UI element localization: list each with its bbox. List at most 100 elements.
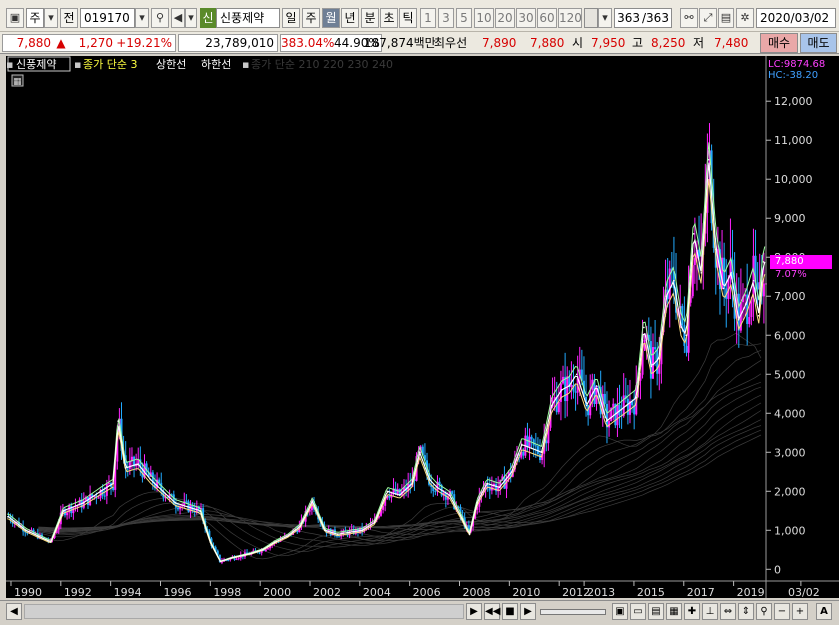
quote-bar: 7,880 ▲ 1,270 +19.21% 23,789,010 383.04%… <box>0 32 839 54</box>
series-point <box>650 365 653 368</box>
x-tick-label: 1990 <box>14 586 42 598</box>
pan-icon[interactable]: ⇕ <box>738 603 754 620</box>
series-point <box>162 490 164 493</box>
interval-3[interactable]: 3 <box>438 8 454 28</box>
candle-up <box>237 558 240 560</box>
price-chart[interactable]: 12,00011,00010,0009,0008,0007,0006,0005,… <box>6 56 839 599</box>
candle-down <box>574 391 577 393</box>
current-price: 7,880 <box>2 34 54 52</box>
scroll-left-arrow-icon[interactable]: ◀ <box>6 603 22 620</box>
series-point <box>50 541 52 543</box>
market-dropdown-icon[interactable]: ▾ <box>44 8 58 28</box>
interval-input[interactable] <box>584 8 598 28</box>
series-point <box>7 515 10 518</box>
screen-menu-icon[interactable]: ▣ <box>6 8 24 28</box>
speaker-dropdown-icon[interactable]: ▾ <box>185 8 197 28</box>
sell-button[interactable]: 매도 <box>800 33 837 53</box>
search-icon[interactable]: ⚲ <box>151 8 169 28</box>
save-icon[interactable]: ▤ <box>718 8 734 28</box>
data-count-input[interactable]: 363 <box>614 8 642 28</box>
interval-30[interactable]: 30 <box>516 8 536 28</box>
interval-5[interactable]: 5 <box>456 8 472 28</box>
period-year[interactable]: 년 <box>341 8 359 28</box>
a-button[interactable]: A <box>816 603 832 620</box>
rewind-icon[interactable]: ◀◀ <box>484 603 500 620</box>
y-tick-label: 7,000 <box>774 290 806 303</box>
series-point <box>99 490 102 493</box>
zoom-out-button[interactable]: − <box>774 603 790 620</box>
play-icon[interactable]: ▶ <box>520 603 536 620</box>
series-point <box>692 233 695 235</box>
series-point <box>745 303 747 305</box>
price-change: 1,270 <box>68 34 116 52</box>
series-point <box>174 502 177 504</box>
period-day[interactable]: 일 <box>282 8 300 28</box>
candle-up <box>557 401 560 413</box>
series-point <box>62 509 65 512</box>
pin-icon[interactable]: ⊥ <box>702 603 718 620</box>
period-second[interactable]: 초 <box>380 8 398 28</box>
series-point <box>605 420 608 422</box>
stock-code-input[interactable]: 019170 <box>80 8 135 28</box>
period-minute[interactable]: 분 <box>361 8 379 28</box>
market-select[interactable]: 주 <box>26 8 44 28</box>
series-point <box>149 478 152 481</box>
stock-name[interactable]: 신풍제약 <box>216 8 280 28</box>
gear-icon[interactable]: ✲ <box>736 8 754 28</box>
legend-square-icon: ▪ <box>6 58 13 71</box>
interval-20[interactable]: 20 <box>495 8 515 28</box>
crosshair-icon[interactable]: ✚ <box>684 603 700 620</box>
series-point <box>568 385 570 387</box>
date-field[interactable]: 2020/03/02 <box>756 8 836 28</box>
x-tick-label: 2013 <box>587 586 615 598</box>
interval-10[interactable]: 10 <box>474 8 494 28</box>
series-point <box>82 502 85 504</box>
series-point <box>707 158 710 161</box>
interval-1[interactable]: 1 <box>420 8 436 28</box>
prev-button[interactable]: 전 <box>60 8 78 28</box>
trade-amount: 187,874백만 <box>364 36 436 50</box>
scroll-track[interactable] <box>24 604 464 619</box>
best-buy-price: 7,880 <box>530 36 565 50</box>
speaker-icon[interactable]: ◀ <box>171 8 185 28</box>
link-icon[interactable]: ⚯ <box>680 8 698 28</box>
period-week[interactable]: 주 <box>302 8 320 28</box>
tile-icon[interactable]: ▤ <box>648 603 664 620</box>
y-tick-label: 11,000 <box>774 134 813 147</box>
series-point <box>386 490 389 493</box>
zoom-search-icon[interactable]: ⚲ <box>756 603 772 620</box>
period-tick[interactable]: 틱 <box>399 8 417 28</box>
legend-ma3: 종가 단순 3 <box>83 58 137 71</box>
series-point <box>311 500 314 502</box>
interval-60[interactable]: 60 <box>537 8 557 28</box>
layout-icon[interactable]: ▣ <box>612 603 628 620</box>
stop-icon[interactable]: ■ <box>502 603 518 620</box>
series-point <box>418 451 421 454</box>
series-point <box>722 287 725 290</box>
lc-label: LC:9874.68 <box>768 59 825 70</box>
interval-dropdown-icon[interactable]: ▾ <box>598 8 612 28</box>
code-dropdown-icon[interactable]: ▾ <box>135 8 149 28</box>
fit-icon[interactable]: ⇔ <box>720 603 736 620</box>
interval-120[interactable]: 120 <box>558 8 582 28</box>
series-point <box>625 404 628 407</box>
horizontal-scrollbar[interactable]: ◀ ▶ ◀◀ ■ ▶ ▣ ▭ ▤ ▦ ✚ ⊥ ⇔ ⇕ ⚲ − + A <box>0 600 839 625</box>
series-point <box>595 385 598 387</box>
series-point <box>511 470 513 473</box>
trend-tool-icon[interactable]: ⤢ <box>699 8 717 28</box>
legend-stock-name: 신풍제약 <box>16 57 56 71</box>
buy-button[interactable]: 매수 <box>760 33 798 53</box>
candle-down <box>338 536 341 538</box>
grid-icon[interactable]: ▦ <box>666 603 682 620</box>
scroll-right-arrow-icon[interactable]: ▶ <box>466 603 482 620</box>
series-point <box>521 443 523 446</box>
series-point <box>540 451 543 454</box>
candle-up <box>762 283 765 297</box>
window-icon[interactable]: ▭ <box>630 603 646 620</box>
candle-down <box>185 501 188 503</box>
candle-up <box>652 347 655 379</box>
series-point <box>411 482 413 485</box>
zoom-in-button[interactable]: + <box>792 603 808 620</box>
speed-slider[interactable] <box>540 609 606 615</box>
period-month[interactable]: 월 <box>322 8 340 28</box>
